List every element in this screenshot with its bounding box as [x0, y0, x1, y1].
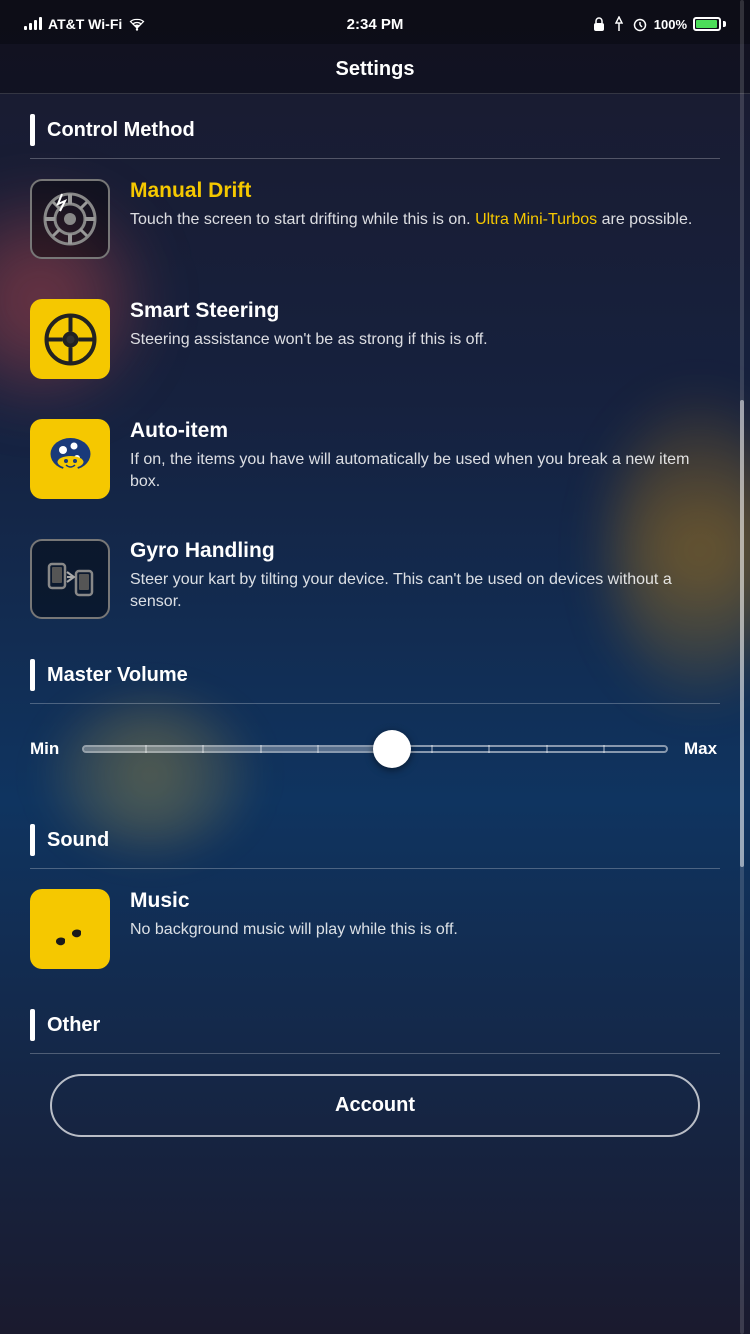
slider-thumb[interactable]: [373, 730, 411, 768]
status-left: AT&T Wi-Fi: [24, 16, 146, 32]
manual-drift-description: Touch the screen to start drifting while…: [130, 209, 720, 231]
gyro-handling-item[interactable]: Gyro Handling Steer your kart by tilting…: [0, 519, 750, 639]
smart-steering-icon: [30, 299, 110, 379]
steering-wheel-svg: [43, 312, 98, 367]
music-title: Music: [130, 889, 720, 913]
volume-slider[interactable]: [82, 724, 668, 774]
battery-icon: [693, 17, 726, 31]
music-item[interactable]: Music No background music will play whil…: [0, 869, 750, 989]
page-title: Settings: [336, 58, 415, 80]
sound-title: Sound: [47, 829, 109, 852]
carrier-label: AT&T Wi-Fi: [48, 16, 122, 32]
manual-drift-item[interactable]: Manual Drift Touch the screen to start d…: [0, 159, 750, 279]
music-note-svg: [45, 904, 95, 954]
other-divider: [30, 1053, 720, 1054]
music-text: Music No background music will play whil…: [130, 889, 720, 941]
auto-item-title: Auto-item: [130, 419, 720, 443]
gyro-handling-text: Gyro Handling Steer your kart by tilting…: [130, 539, 720, 614]
control-method-title: Control Method: [47, 119, 195, 142]
auto-item-icon: [30, 419, 110, 499]
alarm-icon: [632, 16, 648, 32]
section-indicator: [30, 114, 35, 146]
smart-steering-item[interactable]: Smart Steering Steering assistance won't…: [0, 279, 750, 399]
manual-drift-title: Manual Drift: [130, 179, 720, 203]
smart-steering-description: Steering assistance won't be as strong i…: [130, 329, 720, 351]
status-bar: AT&T Wi-Fi 2:34 PM 100%: [0, 0, 750, 44]
auto-item-description: If on, the items you have will automatic…: [130, 449, 720, 494]
sound-section-indicator: [30, 824, 35, 856]
account-button-label: Account: [335, 1094, 415, 1116]
scroll-indicator: [740, 0, 744, 1334]
auto-item-item[interactable]: Auto-item If on, the items you have will…: [0, 399, 750, 519]
phone-gyro-svg: [43, 552, 98, 607]
page-header: Settings: [0, 44, 750, 94]
mushroom-svg: [43, 432, 98, 487]
music-icon: [30, 889, 110, 969]
volume-section-indicator: [30, 659, 35, 691]
account-button[interactable]: Account: [50, 1074, 700, 1137]
master-volume-section-header: Master Volume: [0, 639, 750, 703]
sound-section-header: Sound: [0, 804, 750, 868]
gyro-handling-title: Gyro Handling: [130, 539, 720, 563]
battery-percent: 100%: [654, 17, 687, 32]
wifi-icon: [128, 17, 146, 31]
smart-steering-title: Smart Steering: [130, 299, 720, 323]
other-section-indicator: [30, 1009, 35, 1041]
status-right: 100%: [592, 16, 726, 32]
gyro-handling-description: Steer your kart by tilting your device. …: [130, 569, 720, 614]
tire-svg: [40, 189, 100, 249]
location-icon: [612, 16, 626, 32]
volume-control[interactable]: Min: [0, 704, 750, 804]
volume-min-label: Min: [30, 739, 66, 759]
settings-content[interactable]: Control Method: [0, 94, 750, 1233]
gyro-handling-icon: [30, 539, 110, 619]
lock-icon: [592, 16, 606, 32]
volume-max-label: Max: [684, 739, 720, 759]
signal-icon: [24, 18, 42, 30]
master-volume-title: Master Volume: [47, 664, 188, 687]
music-description: No background music will play while this…: [130, 919, 720, 941]
manual-drift-icon: [30, 179, 110, 259]
auto-item-text: Auto-item If on, the items you have will…: [130, 419, 720, 494]
smart-steering-text: Smart Steering Steering assistance won't…: [130, 299, 720, 351]
slider-track: [82, 745, 668, 753]
other-title: Other: [47, 1014, 100, 1037]
control-method-section-header: Control Method: [0, 94, 750, 158]
manual-drift-text: Manual Drift Touch the screen to start d…: [130, 179, 720, 231]
scroll-thumb: [740, 400, 744, 867]
other-section-header: Other: [0, 989, 750, 1053]
time-display: 2:34 PM: [347, 16, 404, 33]
